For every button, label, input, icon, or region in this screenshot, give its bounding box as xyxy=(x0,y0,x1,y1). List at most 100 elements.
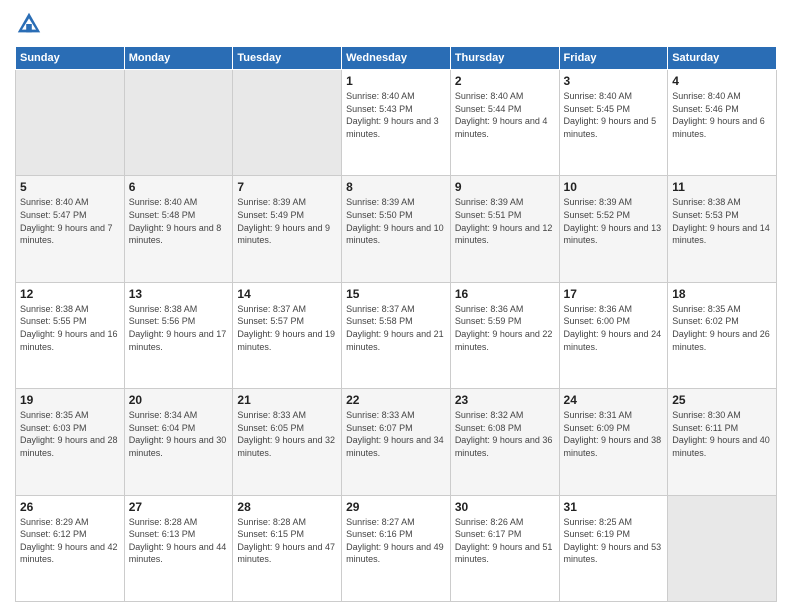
day-info: Sunrise: 8:38 AM Sunset: 5:56 PM Dayligh… xyxy=(129,303,229,353)
day-info: Sunrise: 8:25 AM Sunset: 6:19 PM Dayligh… xyxy=(564,516,664,566)
day-info: Sunrise: 8:38 AM Sunset: 5:55 PM Dayligh… xyxy=(20,303,120,353)
calendar-cell: 8 Sunrise: 8:39 AM Sunset: 5:50 PM Daylig… xyxy=(342,176,451,282)
day-info: Sunrise: 8:39 AM Sunset: 5:50 PM Dayligh… xyxy=(346,196,446,246)
day-number: 3 xyxy=(564,74,664,88)
day-number: 7 xyxy=(237,180,337,194)
day-info: Sunrise: 8:35 AM Sunset: 6:02 PM Dayligh… xyxy=(672,303,772,353)
calendar-cell: 29 Sunrise: 8:27 AM Sunset: 6:16 PM Dayli… xyxy=(342,495,451,601)
calendar-cell xyxy=(124,70,233,176)
calendar-cell: 23 Sunrise: 8:32 AM Sunset: 6:08 PM Dayli… xyxy=(450,389,559,495)
day-number: 20 xyxy=(129,393,229,407)
calendar-cell: 16Sunrise: 8:36 AM Sunset: 5:59 PM Dayli… xyxy=(450,282,559,388)
day-info: Sunrise: 8:40 AM Sunset: 5:44 PM Dayligh… xyxy=(455,90,555,140)
day-number: 18 xyxy=(672,287,772,301)
calendar-week-5: 26Sunrise: 8:29 AM Sunset: 6:12 PM Dayli… xyxy=(16,495,777,601)
day-info: Sunrise: 8:40 AM Sunset: 5:45 PM Dayligh… xyxy=(564,90,664,140)
day-info: Sunrise: 8:34 AM Sunset: 6:04 PM Dayligh… xyxy=(129,409,229,459)
calendar-cell: 3 Sunrise: 8:40 AM Sunset: 5:45 PM Daylig… xyxy=(559,70,668,176)
day-number: 10 xyxy=(564,180,664,194)
day-number: 15 xyxy=(346,287,446,301)
day-number: 1 xyxy=(346,74,446,88)
calendar-cell: 4 Sunrise: 8:40 AM Sunset: 5:46 PM Daylig… xyxy=(668,70,777,176)
calendar-body: 1 Sunrise: 8:40 AM Sunset: 5:43 PM Daylig… xyxy=(16,70,777,602)
day-info: Sunrise: 8:39 AM Sunset: 5:51 PM Dayligh… xyxy=(455,196,555,246)
day-number: 14 xyxy=(237,287,337,301)
weekday-header-thursday: Thursday xyxy=(450,47,559,70)
day-info: Sunrise: 8:33 AM Sunset: 6:07 PM Dayligh… xyxy=(346,409,446,459)
calendar-cell: 15 Sunrise: 8:37 AM Sunset: 5:58 PM Dayli… xyxy=(342,282,451,388)
weekday-header-friday: Friday xyxy=(559,47,668,70)
day-info: Sunrise: 8:31 AM Sunset: 6:09 PM Dayligh… xyxy=(564,409,664,459)
calendar-cell: 27Sunrise: 8:28 AM Sunset: 6:13 PM Dayli… xyxy=(124,495,233,601)
day-number: 29 xyxy=(346,500,446,514)
day-number: 11 xyxy=(672,180,772,194)
day-info: Sunrise: 8:33 AM Sunset: 6:05 PM Dayligh… xyxy=(237,409,337,459)
calendar-cell: 14 Sunrise: 8:37 AM Sunset: 5:57 PM Dayli… xyxy=(233,282,342,388)
calendar-cell: 11 Sunrise: 8:38 AM Sunset: 5:53 PM Dayli… xyxy=(668,176,777,282)
calendar-cell: 12 Sunrise: 8:38 AM Sunset: 5:55 PM Dayli… xyxy=(16,282,125,388)
calendar-header: SundayMondayTuesdayWednesdayThursdayFrid… xyxy=(16,47,777,70)
day-info: Sunrise: 8:37 AM Sunset: 5:57 PM Dayligh… xyxy=(237,303,337,353)
day-number: 27 xyxy=(129,500,229,514)
calendar-cell: 31Sunrise: 8:25 AM Sunset: 6:19 PM Dayli… xyxy=(559,495,668,601)
calendar-cell: 2 Sunrise: 8:40 AM Sunset: 5:44 PM Daylig… xyxy=(450,70,559,176)
day-info: Sunrise: 8:27 AM Sunset: 6:16 PM Dayligh… xyxy=(346,516,446,566)
calendar-week-4: 19Sunrise: 8:35 AM Sunset: 6:03 PM Dayli… xyxy=(16,389,777,495)
day-number: 2 xyxy=(455,74,555,88)
weekday-header-monday: Monday xyxy=(124,47,233,70)
calendar-cell: 18 Sunrise: 8:35 AM Sunset: 6:02 PM Dayli… xyxy=(668,282,777,388)
day-info: Sunrise: 8:28 AM Sunset: 6:15 PM Dayligh… xyxy=(237,516,337,566)
calendar-cell: 22 Sunrise: 8:33 AM Sunset: 6:07 PM Dayli… xyxy=(342,389,451,495)
calendar-week-2: 5Sunrise: 8:40 AM Sunset: 5:47 PM Daylig… xyxy=(16,176,777,282)
calendar-cell: 28 Sunrise: 8:28 AM Sunset: 6:15 PM Dayli… xyxy=(233,495,342,601)
calendar-cell: 26Sunrise: 8:29 AM Sunset: 6:12 PM Dayli… xyxy=(16,495,125,601)
day-number: 4 xyxy=(672,74,772,88)
calendar-cell: 25 Sunrise: 8:30 AM Sunset: 6:11 PM Dayli… xyxy=(668,389,777,495)
day-info: Sunrise: 8:40 AM Sunset: 5:46 PM Dayligh… xyxy=(672,90,772,140)
weekday-header-sunday: Sunday xyxy=(16,47,125,70)
day-number: 22 xyxy=(346,393,446,407)
calendar-cell: 20 Sunrise: 8:34 AM Sunset: 6:04 PM Dayli… xyxy=(124,389,233,495)
logo xyxy=(15,10,45,38)
calendar-cell: 10Sunrise: 8:39 AM Sunset: 5:52 PM Dayli… xyxy=(559,176,668,282)
calendar-cell xyxy=(16,70,125,176)
calendar-cell: 17 Sunrise: 8:36 AM Sunset: 6:00 PM Dayli… xyxy=(559,282,668,388)
calendar-cell: 7 Sunrise: 8:39 AM Sunset: 5:49 PM Daylig… xyxy=(233,176,342,282)
logo-icon xyxy=(15,10,43,38)
calendar-cell: 21 Sunrise: 8:33 AM Sunset: 6:05 PM Dayli… xyxy=(233,389,342,495)
day-info: Sunrise: 8:40 AM Sunset: 5:43 PM Dayligh… xyxy=(346,90,446,140)
day-number: 28 xyxy=(237,500,337,514)
calendar-cell: 19Sunrise: 8:35 AM Sunset: 6:03 PM Dayli… xyxy=(16,389,125,495)
day-number: 6 xyxy=(129,180,229,194)
day-number: 8 xyxy=(346,180,446,194)
weekday-header-row: SundayMondayTuesdayWednesdayThursdayFrid… xyxy=(16,47,777,70)
day-number: 21 xyxy=(237,393,337,407)
day-number: 16 xyxy=(455,287,555,301)
day-info: Sunrise: 8:38 AM Sunset: 5:53 PM Dayligh… xyxy=(672,196,772,246)
day-number: 26 xyxy=(20,500,120,514)
day-info: Sunrise: 8:40 AM Sunset: 5:48 PM Dayligh… xyxy=(129,196,229,246)
calendar-cell xyxy=(668,495,777,601)
day-info: Sunrise: 8:35 AM Sunset: 6:03 PM Dayligh… xyxy=(20,409,120,459)
day-info: Sunrise: 8:30 AM Sunset: 6:11 PM Dayligh… xyxy=(672,409,772,459)
day-number: 17 xyxy=(564,287,664,301)
page: SundayMondayTuesdayWednesdayThursdayFrid… xyxy=(0,0,792,612)
day-number: 30 xyxy=(455,500,555,514)
day-number: 9 xyxy=(455,180,555,194)
calendar-table: SundayMondayTuesdayWednesdayThursdayFrid… xyxy=(15,46,777,602)
day-info: Sunrise: 8:37 AM Sunset: 5:58 PM Dayligh… xyxy=(346,303,446,353)
calendar-week-3: 12 Sunrise: 8:38 AM Sunset: 5:55 PM Dayli… xyxy=(16,282,777,388)
day-info: Sunrise: 8:36 AM Sunset: 6:00 PM Dayligh… xyxy=(564,303,664,353)
day-info: Sunrise: 8:39 AM Sunset: 5:49 PM Dayligh… xyxy=(237,196,337,246)
day-number: 12 xyxy=(20,287,120,301)
weekday-header-saturday: Saturday xyxy=(668,47,777,70)
day-number: 5 xyxy=(20,180,120,194)
calendar-cell: 13Sunrise: 8:38 AM Sunset: 5:56 PM Dayli… xyxy=(124,282,233,388)
calendar-cell: 24 Sunrise: 8:31 AM Sunset: 6:09 PM Dayli… xyxy=(559,389,668,495)
day-number: 24 xyxy=(564,393,664,407)
day-number: 23 xyxy=(455,393,555,407)
calendar-cell: 5Sunrise: 8:40 AM Sunset: 5:47 PM Daylig… xyxy=(16,176,125,282)
header xyxy=(15,10,777,38)
day-info: Sunrise: 8:32 AM Sunset: 6:08 PM Dayligh… xyxy=(455,409,555,459)
day-number: 25 xyxy=(672,393,772,407)
